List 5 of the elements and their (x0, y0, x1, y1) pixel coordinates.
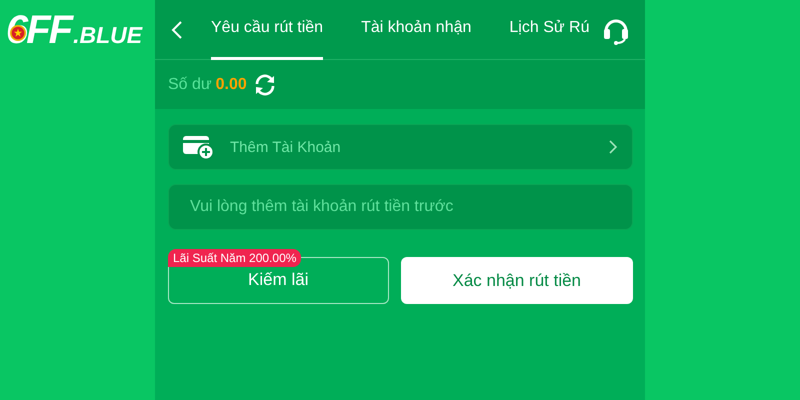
balance-amount: 0.00 (216, 76, 247, 94)
notice-box: Vui lòng thêm tài khoản rút tiền trước (168, 184, 633, 230)
interest-rate-tooltip: Lãi Suất Năm 200.00% (168, 249, 302, 267)
logo-domain: .BLUE (73, 22, 142, 49)
balance-label: Số dư (168, 76, 212, 94)
